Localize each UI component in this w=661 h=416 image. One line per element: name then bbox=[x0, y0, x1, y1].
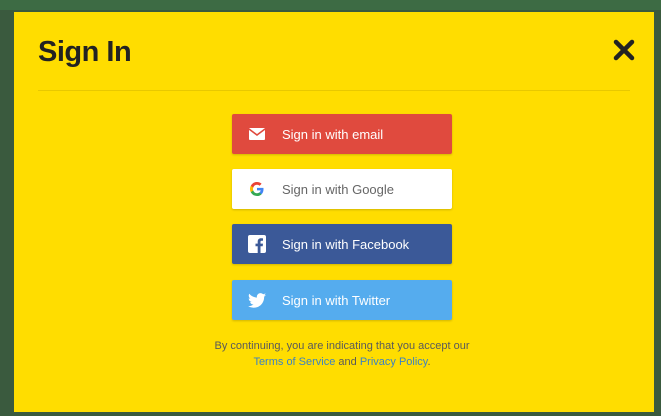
divider bbox=[38, 90, 630, 91]
privacy-policy-link[interactable]: Privacy Policy bbox=[360, 356, 428, 368]
dialog-title: Sign In bbox=[38, 36, 132, 68]
legal-suffix: . bbox=[427, 356, 431, 368]
sign-in-facebook-label: Sign in with Facebook bbox=[282, 236, 410, 252]
sign-in-email-label: Sign in with email bbox=[282, 126, 384, 142]
sign-in-google-label: Sign in with Google bbox=[282, 181, 395, 197]
top-bar bbox=[0, 0, 661, 10]
sign-in-dialog: Sign In Sign in with email Sign in with … bbox=[14, 12, 654, 412]
sign-in-twitter-label: Sign in with Twitter bbox=[282, 292, 391, 308]
sign-in-facebook-button[interactable]: Sign in with Facebook bbox=[232, 224, 452, 264]
sign-in-google-button[interactable]: Sign in with Google bbox=[232, 169, 452, 209]
sign-in-email-button[interactable]: Sign in with email bbox=[232, 114, 452, 154]
terms-of-service-link[interactable]: Terms of Service bbox=[253, 356, 335, 368]
sign-in-twitter-button[interactable]: Sign in with Twitter bbox=[232, 280, 452, 320]
legal-prefix: By continuing, you are indicating that y… bbox=[214, 340, 470, 352]
legal-notice: By continuing, you are indicating that y… bbox=[134, 338, 550, 370]
twitter-icon bbox=[232, 280, 282, 320]
mail-icon bbox=[232, 114, 282, 154]
window-frame: Sign In Sign in with email Sign in with … bbox=[0, 0, 661, 416]
close-icon bbox=[613, 39, 635, 61]
close-button[interactable] bbox=[610, 36, 638, 64]
legal-and: and bbox=[338, 356, 357, 368]
facebook-icon bbox=[232, 224, 282, 264]
google-icon bbox=[232, 169, 282, 209]
